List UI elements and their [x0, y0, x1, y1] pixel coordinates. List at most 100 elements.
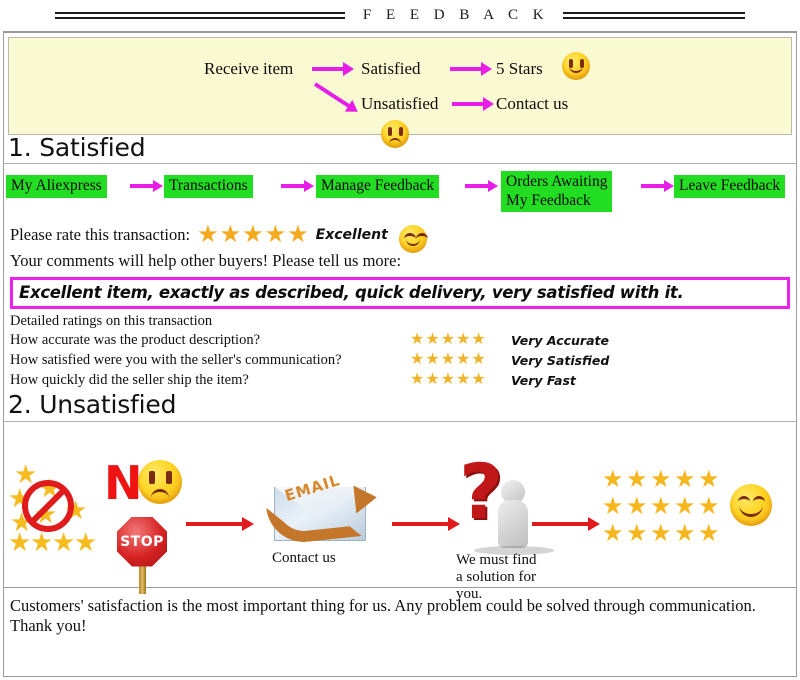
star-icon: ★: [30, 527, 54, 557]
question-mark-icon: ?: [459, 446, 504, 536]
face-eyes: [138, 470, 182, 484]
star-icon[interactable]: ★: [197, 223, 219, 247]
star-icon: ★: [626, 520, 648, 547]
page-header: F E E D B A C K: [0, 0, 800, 30]
star-icon: ★: [602, 520, 624, 547]
arrow-right-icon: [465, 180, 498, 192]
star-icon[interactable]: ★: [441, 332, 455, 348]
star-icon[interactable]: ★: [471, 332, 485, 348]
breadcrumb-my-aliexpress[interactable]: My Aliexpress: [6, 175, 107, 198]
comment-textbox[interactable]: Excellent item, exactly as described, qu…: [10, 277, 790, 310]
comments-prompt-row: Your comments will help other buyers! Pl…: [4, 251, 796, 271]
person-figure-body: [498, 499, 528, 548]
face-mouth: [151, 488, 169, 499]
no-letter-label: N: [104, 455, 143, 510]
star-icon[interactable]: ★: [456, 372, 470, 388]
star-icon[interactable]: ★: [441, 352, 455, 368]
detail-rating-stars[interactable]: ★ ★ ★ ★ ★: [410, 352, 505, 368]
feedback-flow-banner: Receive item Satisfied 5 Stars Unsatisfi…: [8, 37, 792, 148]
arrow-right-icon: [641, 180, 674, 192]
prohibition-sign-icon: [22, 479, 74, 532]
star-icon[interactable]: ★: [425, 372, 439, 388]
detail-question-label: How quickly did the seller ship the item…: [10, 371, 249, 388]
flow-label-unsatisfied: Unsatisfied: [361, 94, 439, 113]
star-icon[interactable]: ★: [456, 352, 470, 368]
detail-rating-row: How quickly did the seller ship the item…: [10, 370, 796, 390]
arrow-right-icon: [281, 180, 314, 192]
arrow-right-icon: [452, 97, 494, 111]
page-title: F E E D B A C K: [362, 6, 550, 23]
happy-face-icon: [398, 225, 428, 254]
unsatisfied-flow-illustration: ★ ★ ★ ★ ★ ★ ★ ★ ★ ★ N STOP EMAIL Contact…: [4, 422, 796, 602]
detail-rating-row: How satisfied were you with the seller's…: [10, 350, 796, 370]
star-icon: ★: [52, 527, 76, 557]
star-icon[interactable]: ★: [265, 223, 287, 247]
arrow-right-icon: [186, 516, 254, 531]
solution-caption: We must find a solution for you.: [456, 551, 537, 603]
star-icon[interactable]: ★: [425, 352, 439, 368]
star-icon[interactable]: ★: [220, 223, 242, 247]
star-icon[interactable]: ★: [410, 332, 424, 348]
flow-label-receive-item: Receive item: [204, 59, 294, 78]
star-icon[interactable]: ★: [242, 223, 264, 247]
star-icon[interactable]: ★: [441, 372, 455, 388]
header-rule-left: [54, 11, 345, 19]
happy-face-icon: [730, 483, 772, 526]
star-icon[interactable]: ★: [425, 332, 439, 348]
star-icon: ★: [698, 466, 720, 493]
breadcrumb-leave-feedback[interactable]: Leave Feedback: [674, 175, 786, 198]
navigation-breadcrumb-flow: My Aliexpress Transactions Manage Feedba…: [4, 169, 796, 215]
five-star-grid: ★ ★ ★ ★ ★ ★ ★ ★ ★ ★ ★ ★ ★ ★ ★: [602, 467, 721, 547]
face-eye: [753, 495, 765, 503]
detailed-ratings-heading: Detailed ratings on this transaction: [10, 313, 213, 330]
detail-question-label: How accurate was the product description…: [10, 331, 261, 348]
star-icon: ★: [698, 493, 720, 520]
flow-label-five-stars: 5 Stars: [496, 59, 543, 78]
star-icon[interactable]: ★: [287, 223, 309, 247]
stop-sign-label: STOP: [120, 533, 164, 550]
comment-text-value: Excellent item, exactly as described, qu…: [19, 283, 684, 303]
breadcrumb-orders-awaiting[interactable]: Orders Awaiting My Feedback: [501, 171, 613, 212]
star-icon[interactable]: ★: [471, 352, 485, 368]
section-divider: [4, 163, 796, 165]
face-eye: [738, 495, 750, 503]
sad-face-icon: [138, 459, 182, 504]
section-title-unsatisfied: 2. Unsatisfied: [8, 390, 177, 420]
rate-prompt-label: Please rate this transaction:: [10, 225, 191, 245]
breadcrumb-manage-feedback[interactable]: Manage Feedback: [316, 175, 440, 198]
rating-stars[interactable]: ★ ★ ★ ★ ★: [197, 223, 309, 247]
face-mouth: [405, 238, 420, 247]
star-icon: ★: [674, 493, 696, 520]
detail-question-label: How satisfied were you with the seller's…: [10, 351, 342, 368]
envelope-icon: EMAIL: [266, 471, 372, 546]
header-rule-right: [563, 11, 746, 19]
face-eyes: [381, 127, 409, 136]
star-icon: ★: [626, 466, 648, 493]
detail-rating-stars[interactable]: ★ ★ ★ ★ ★: [410, 332, 505, 348]
star-icon: ★: [698, 520, 720, 547]
detail-rating-row: How accurate was the product description…: [10, 330, 796, 350]
star-icon: ★: [8, 527, 32, 557]
star-icon: ★: [650, 493, 672, 520]
arrow-right-icon: [532, 516, 600, 531]
happy-face-icon: [562, 52, 590, 80]
footer-message: Customers' satisfaction is the most impo…: [4, 586, 796, 637]
detail-rating-stars[interactable]: ★ ★ ★ ★ ★: [410, 372, 505, 388]
face-mouth: [739, 504, 763, 517]
rating-value-label: Excellent: [315, 227, 388, 244]
star-icon[interactable]: ★: [410, 352, 424, 368]
detail-rating-value: Very Satisfied: [511, 352, 610, 368]
sad-face-icon: [381, 120, 409, 148]
star-icon: ★: [650, 520, 672, 547]
star-icon: ★: [602, 493, 624, 520]
star-icon[interactable]: ★: [471, 372, 485, 388]
star-icon[interactable]: ★: [456, 332, 470, 348]
arrow-right-icon: [312, 62, 354, 76]
rate-transaction-row: Please rate this transaction: ★ ★ ★ ★ ★ …: [4, 222, 796, 254]
star-icon[interactable]: ★: [410, 372, 424, 388]
contact-us-caption: Contact us: [272, 549, 336, 566]
star-icon: ★: [626, 493, 648, 520]
star-icon: ★: [74, 527, 98, 557]
breadcrumb-transactions[interactable]: Transactions: [164, 175, 253, 198]
arrow-right-icon: [450, 62, 492, 76]
